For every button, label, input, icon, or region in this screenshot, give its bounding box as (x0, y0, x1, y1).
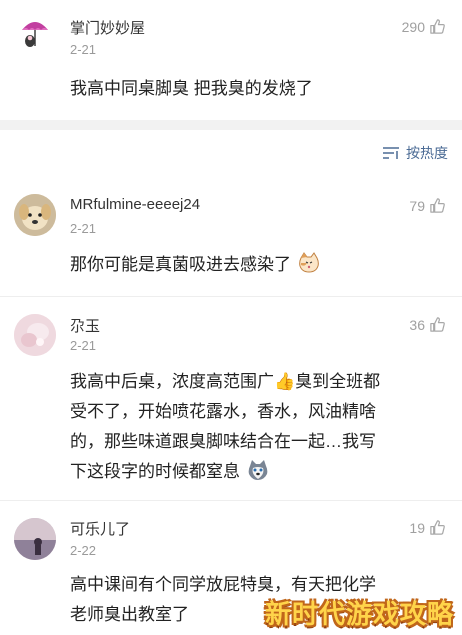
sort-by-hotness-button[interactable]: 按热度 (382, 143, 448, 163)
top-comment: 掌门妙妙屋 2-21 290 我高中同桌脚臭 把我臭的发烧了 (0, 0, 462, 120)
comment-separator (0, 296, 462, 297)
comment-item: MRfulmine-eeeej24 2-21 79 那你可能是真菌吸进去感染了 (0, 180, 462, 296)
comment-separator (0, 500, 462, 501)
like-button[interactable]: 290 (402, 18, 446, 35)
comment-text: 我高中同桌脚臭 把我臭的发烧了 (70, 79, 313, 98)
like-count: 36 (409, 316, 425, 333)
like-count: 19 (409, 519, 425, 536)
thumbs-up-icon (430, 520, 445, 535)
thumbs-up-icon (430, 19, 445, 34)
flower-avatar-icon (14, 314, 56, 356)
husky-face-emoji-icon (248, 460, 268, 480)
comment-text-line: 的，那些味道跟臭脚味结合在一起…我写 (70, 432, 376, 451)
comment-date: 2-21 (70, 338, 97, 353)
comment-text-body: 那你可能是真菌吸进去感染了 (70, 255, 291, 274)
like-button[interactable]: 19 (409, 519, 446, 536)
comment-date: 2-21 (70, 221, 97, 236)
like-count: 79 (409, 197, 425, 214)
thumbs-up-icon (430, 317, 445, 332)
comment-username[interactable]: 掌门妙妙屋 (70, 17, 145, 38)
like-button[interactable]: 79 (409, 197, 446, 214)
comment-username[interactable]: 尕玉 (70, 315, 100, 336)
comment-text-line: 我高中后桌，浓度高范围广👍臭到全班都 (70, 372, 381, 391)
avatar[interactable] (14, 194, 56, 236)
comment-text: 我高中后桌，浓度高范围广👍臭到全班都 受不了，开始喷花露水，香水，风油精啥 的，… (70, 367, 444, 487)
avatar[interactable] (14, 314, 56, 356)
comment-text-line: 下这段字的时候都窒息 (70, 462, 240, 481)
landscape-avatar-icon (14, 518, 56, 560)
comment-item: 尕玉 2-21 36 我高中后桌，浓度高范围广👍臭到全班都 受不了，开始喷花露水… (0, 300, 462, 500)
comment-date: 2-22 (70, 543, 97, 558)
comment-username[interactable]: MRfulmine-eeeej24 (70, 196, 200, 213)
comment-date: 2-21 (70, 42, 97, 57)
comment-text: 那你可能是真菌吸进去感染了 (70, 250, 444, 280)
sort-label: 按热度 (406, 145, 448, 161)
sort-bar: 按热度 (0, 130, 462, 176)
like-button[interactable]: 36 (409, 316, 446, 333)
watermark: 新时代游戏攻略 (264, 599, 454, 629)
section-divider (0, 120, 462, 130)
avatar[interactable] (14, 12, 56, 54)
dog-avatar-icon (14, 194, 56, 236)
thumbs-up-icon (430, 198, 445, 213)
sort-lines-icon (383, 147, 399, 159)
comment-username[interactable]: 可乐儿了 (70, 518, 130, 539)
avatar[interactable] (14, 518, 56, 560)
cat-face-emoji-icon (298, 252, 319, 273)
like-count: 290 (401, 18, 425, 35)
umbrella-mole-avatar-icon (22, 22, 48, 47)
comment-text-line: 受不了，开始喷花露水，香水，风油精啥 (70, 402, 376, 421)
